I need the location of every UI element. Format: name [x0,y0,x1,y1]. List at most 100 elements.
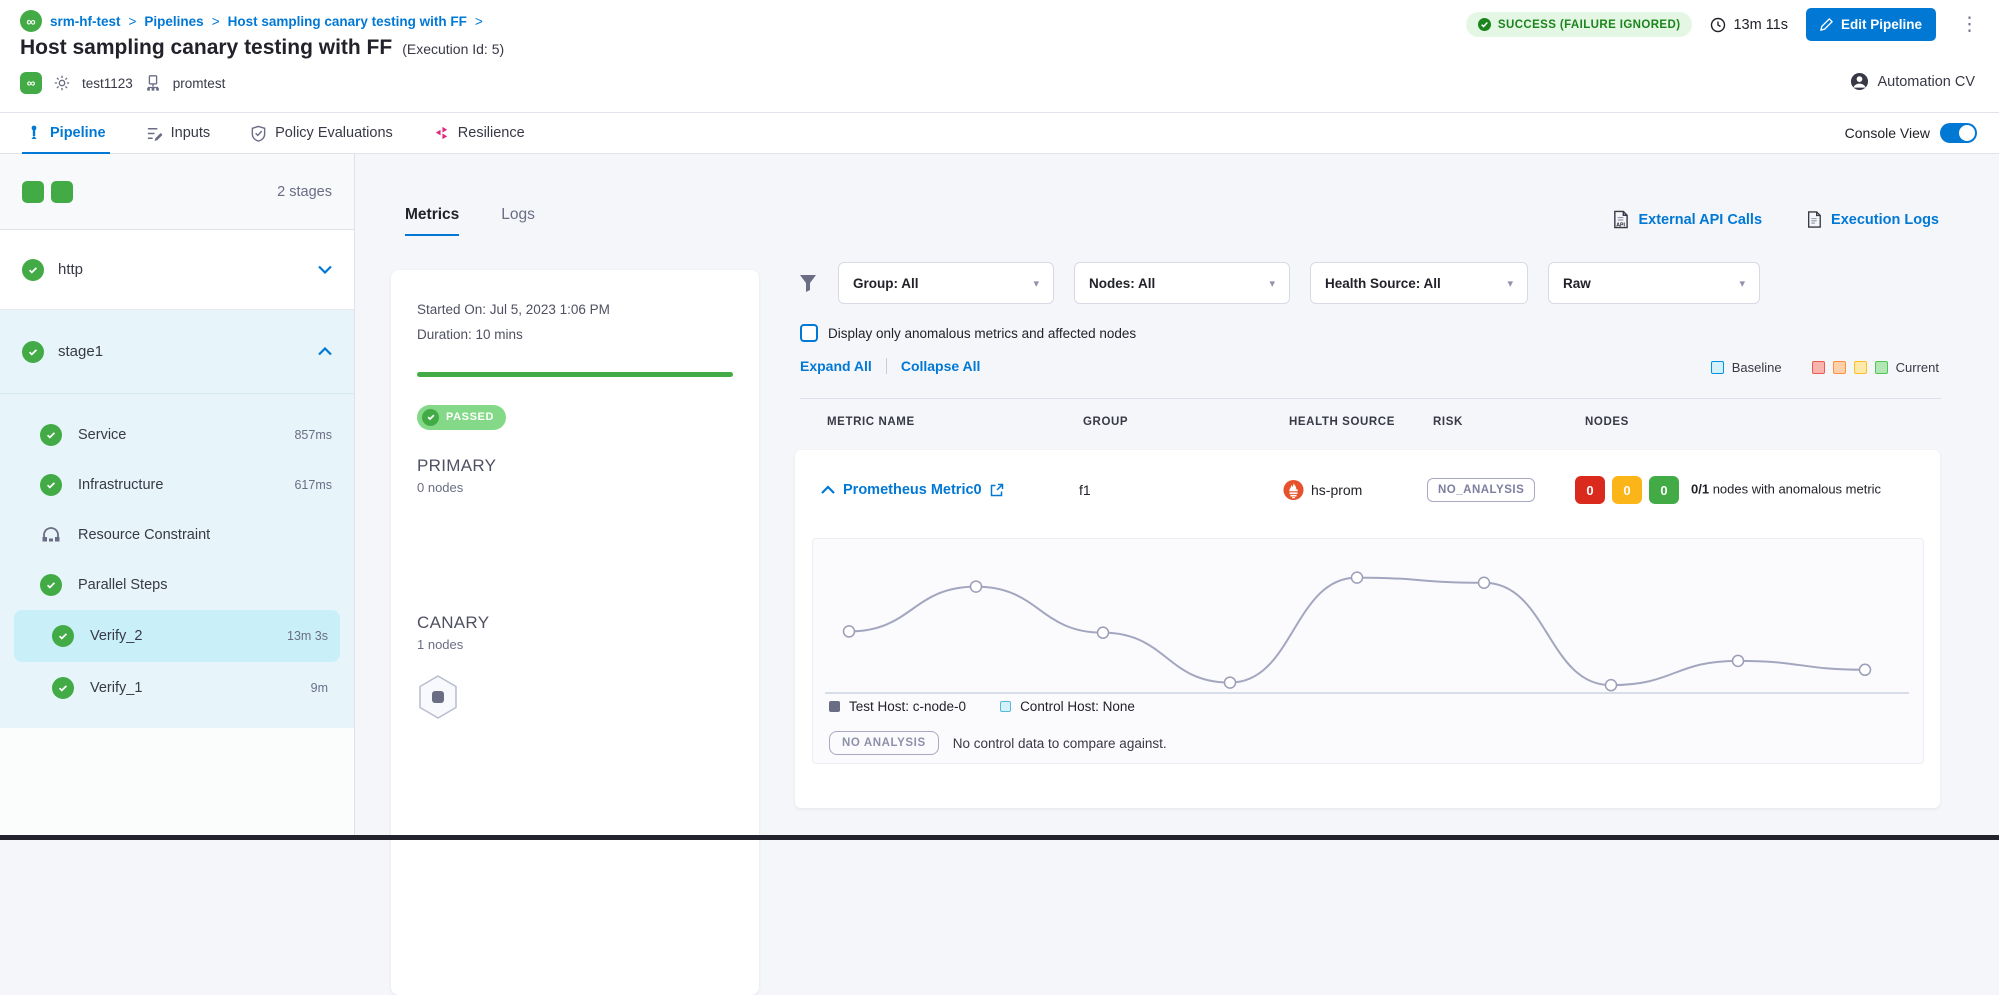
sidebar-stage-stage1[interactable]: stage1 [0,310,354,394]
col-nodes: NODES [1585,416,1629,428]
stage1-section: stage1 Service 857ms Infrastructure 617m… [0,310,354,728]
expand-collapse-controls: Expand All Collapse All [800,358,980,374]
step-infrastructure[interactable]: Infrastructure 617ms [0,460,354,510]
col-risk: RISK [1433,416,1463,428]
more-options-icon[interactable]: ⋮ [1954,13,1985,36]
step-parallel-steps[interactable]: Parallel Steps [0,560,354,610]
primary-node-count: 0 nodes [417,480,733,495]
current-yellow-swatch [1854,361,1867,374]
metric-row: Prometheus Metric0 f1 hs-prom NO_ANALYSI… [795,464,1940,516]
breadcrumb-pipelines[interactable]: Pipelines [144,14,203,29]
divider [886,358,887,374]
success-check-icon [40,474,62,496]
breadcrumb: ∞ srm-hf-test > Pipelines > Host samplin… [20,10,483,32]
group-filter-dropdown[interactable]: Group: All▾ [838,262,1054,304]
execution-meta: ∞ test1123 promtest [20,72,225,94]
stage-square-icon[interactable] [51,181,73,203]
step-service[interactable]: Service 857ms [0,410,354,460]
current-green-swatch [1875,361,1888,374]
tab-inputs[interactable]: Inputs [146,113,211,153]
body: 2 stages http stage1 Service 857ms [0,154,1999,835]
console-view-control: Console View [1845,123,1977,143]
check-circle-icon [1478,18,1491,31]
metrics-analysis-panel: API External API Calls Execution Logs Gr… [780,154,1999,835]
summary-duration: Duration: 10 mins [417,323,733,348]
harness-logo-icon: ∞ [20,10,42,32]
nodes-filter-dropdown[interactable]: Nodes: All▾ [1074,262,1290,304]
gear-icon [52,73,72,93]
window-bottom-edge [0,835,1999,840]
success-check-icon [52,677,74,699]
stage-square-icon[interactable] [22,181,44,203]
expand-all-link[interactable]: Expand All [800,358,872,374]
current-orange-swatch [1833,361,1846,374]
canary-node-hexagon-icon[interactable] [417,674,459,720]
health-source-filter-dropdown[interactable]: Health Source: All▾ [1310,262,1528,304]
step-verify-2[interactable]: Verify_2 13m 3s [14,610,340,662]
tab-metrics[interactable]: Metrics [405,206,459,236]
svg-text:API: API [1617,223,1626,229]
anomalous-checkbox-label: Display only anomalous metrics and affec… [828,326,1136,341]
step-list: Service 857ms Infrastructure 617ms Resou… [0,394,354,714]
triggered-by: Automation CV [1850,72,1975,91]
status-badge: SUCCESS (FAILURE IGNORED) [1466,12,1693,37]
filter-row: Group: All▾ Nodes: All▾ Health Source: A… [798,262,1760,304]
node-risk-counts: 0 0 0 [1575,476,1679,504]
sidebar-stage-http[interactable]: http [0,230,354,310]
collapse-chevron-up-icon[interactable] [821,486,835,495]
step-duration: 617ms [294,478,332,492]
execution-logs-link[interactable]: Execution Logs [1806,210,1939,229]
external-api-calls-link[interactable]: API External API Calls [1612,210,1762,229]
baseline-label: Baseline [1732,360,1782,375]
filter-funnel-icon[interactable] [798,273,818,293]
col-group: GROUP [1083,416,1128,428]
chevron-down-icon[interactable] [318,265,332,274]
chart-color-legend: Baseline Current [1711,360,1939,375]
metric-row-card: Prometheus Metric0 f1 hs-prom NO_ANALYSI… [795,450,1940,808]
data-type-dropdown[interactable]: Raw▾ [1548,262,1760,304]
primary-label: PRIMARY [417,456,733,476]
step-verify-1[interactable]: Verify_1 9m [14,662,340,714]
current-red-swatch [1812,361,1825,374]
prometheus-icon [1283,480,1304,501]
service-name[interactable]: test1123 [82,76,133,91]
chevron-down-icon: ▾ [1507,277,1513,290]
success-check-icon [52,625,74,647]
pencil-icon [1820,18,1833,31]
console-view-toggle[interactable] [1940,123,1977,143]
environment-name[interactable]: promtest [173,76,226,91]
tab-resilience[interactable]: Resilience [433,113,525,153]
summary-card: Started On: Jul 5, 2023 1:06 PM Duration… [391,270,759,995]
chevron-up-icon[interactable] [318,347,332,356]
environment-icon [143,73,163,93]
analysis-status: NO ANALYSIS No control data to compare a… [829,731,1167,755]
baseline-swatch [1711,361,1724,374]
anomalous-filter: Display only anomalous metrics and affec… [800,324,1136,342]
started-on: Started On: Jul 5, 2023 1:06 PM [417,298,733,323]
breadcrumb-pipeline-name[interactable]: Host sampling canary testing with FF [228,14,467,29]
tab-policy-evaluations[interactable]: Policy Evaluations [250,113,393,153]
metrics-table-header: METRIC NAME GROUP HEALTH SOURCE RISK NOD… [780,416,1999,442]
step-duration: 857ms [294,428,332,442]
step-resource-constraint[interactable]: Resource Constraint [0,510,354,560]
external-link-icon[interactable] [990,483,1004,497]
breadcrumb-project[interactable]: srm-hf-test [50,14,121,29]
execution-duration: 13m 11s [1710,17,1788,33]
tab-logs[interactable]: Logs [501,206,535,236]
inputs-icon [146,125,163,142]
metric-name-link[interactable]: Prometheus Metric0 [843,482,1004,498]
stages-summary: 2 stages [0,154,354,230]
edit-pipeline-button[interactable]: Edit Pipeline [1806,8,1936,41]
success-check-icon [40,574,62,596]
title-row: Host sampling canary testing with FF (Ex… [20,36,504,60]
test-host-swatch [829,701,840,712]
collapse-all-link[interactable]: Collapse All [901,358,981,374]
breadcrumb-separator: > [129,14,137,29]
metric-chart[interactable] [821,549,1913,699]
api-doc-icon: API [1612,210,1629,229]
header: ∞ srm-hf-test > Pipelines > Host samplin… [0,0,1999,112]
tab-pipeline[interactable]: Pipeline [26,113,106,153]
chevron-down-icon: ▾ [1269,277,1275,290]
anomalous-checkbox[interactable] [800,324,818,342]
control-host-swatch [1000,701,1011,712]
